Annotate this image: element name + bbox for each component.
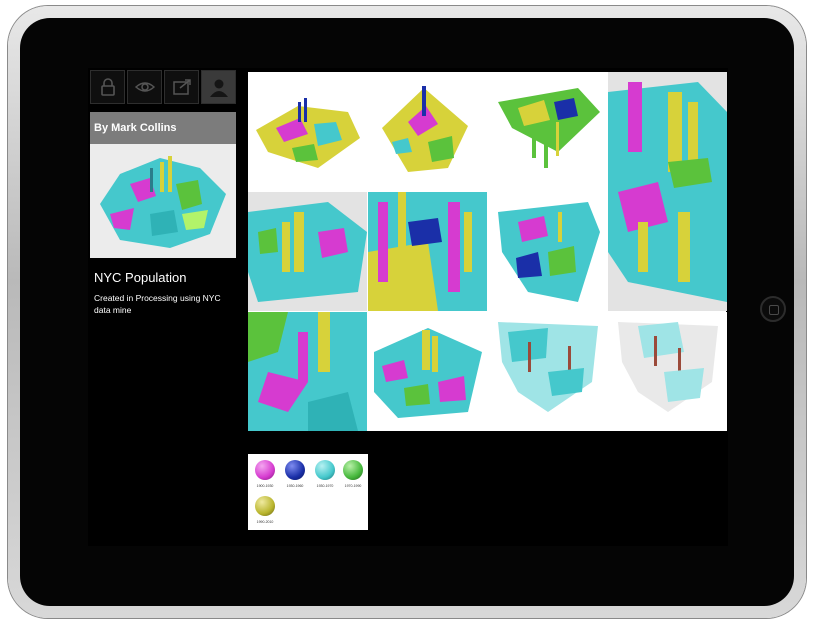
color-legend: 1900-1930 1930-1960 1930-1970 1970-1990 …: [248, 454, 368, 530]
legend-item: 1970-1990: [338, 460, 368, 488]
home-button[interactable]: [760, 296, 786, 322]
sphere-icon: [255, 496, 275, 516]
gallery-image-7[interactable]: [488, 192, 607, 311]
gallery-image-2[interactable]: [368, 72, 487, 191]
legend-item: 1930-1970: [310, 460, 340, 488]
project-title: NYC Population: [94, 270, 187, 285]
gallery-image-3[interactable]: [488, 72, 607, 191]
project-thumbnail[interactable]: [90, 144, 236, 258]
lock-button[interactable]: [90, 70, 125, 104]
legend-label: 1930-1970: [316, 484, 334, 488]
sphere-icon: [315, 460, 335, 480]
legend-item: 1900-1930: [250, 460, 280, 488]
legend-item: 1930-1960: [280, 460, 310, 488]
legend-item: 1990-2010: [250, 496, 280, 524]
gallery-image-11[interactable]: [608, 312, 727, 431]
gallery-image-8[interactable]: [248, 312, 367, 431]
project-description: Created in Processing using NYC data min…: [94, 293, 221, 315]
legend-label: 1930-1960: [286, 484, 304, 488]
gallery-image-6[interactable]: [368, 192, 487, 311]
gallery-image-10[interactable]: [488, 312, 607, 431]
sphere-icon: [343, 460, 363, 480]
sphere-icon: [285, 460, 305, 480]
sidebar-toolbar: [90, 70, 238, 106]
profile-icon: [209, 79, 228, 97]
view-button[interactable]: [127, 70, 162, 104]
legend-label: 1900-1930: [256, 484, 274, 488]
legend-label: 1970-1990: [344, 484, 362, 488]
sphere-icon: [255, 460, 275, 480]
profile-button[interactable]: [201, 70, 236, 104]
thumbnail-image: [100, 156, 226, 248]
legend-label: 1990-2010: [256, 520, 274, 524]
app-screen: By Mark Collins NYC Population Created i…: [88, 68, 728, 546]
gallery-image-4[interactable]: [608, 72, 727, 311]
share-button[interactable]: [164, 70, 199, 104]
lock-icon: [100, 78, 115, 96]
author-name: By Mark Collins: [90, 112, 236, 144]
image-gallery: [248, 72, 727, 431]
gallery-image-5[interactable]: [248, 192, 367, 311]
gallery-image-1[interactable]: [248, 72, 367, 191]
eye-icon: [134, 82, 155, 92]
share-icon: [172, 79, 191, 95]
gallery-image-9[interactable]: [368, 312, 487, 431]
